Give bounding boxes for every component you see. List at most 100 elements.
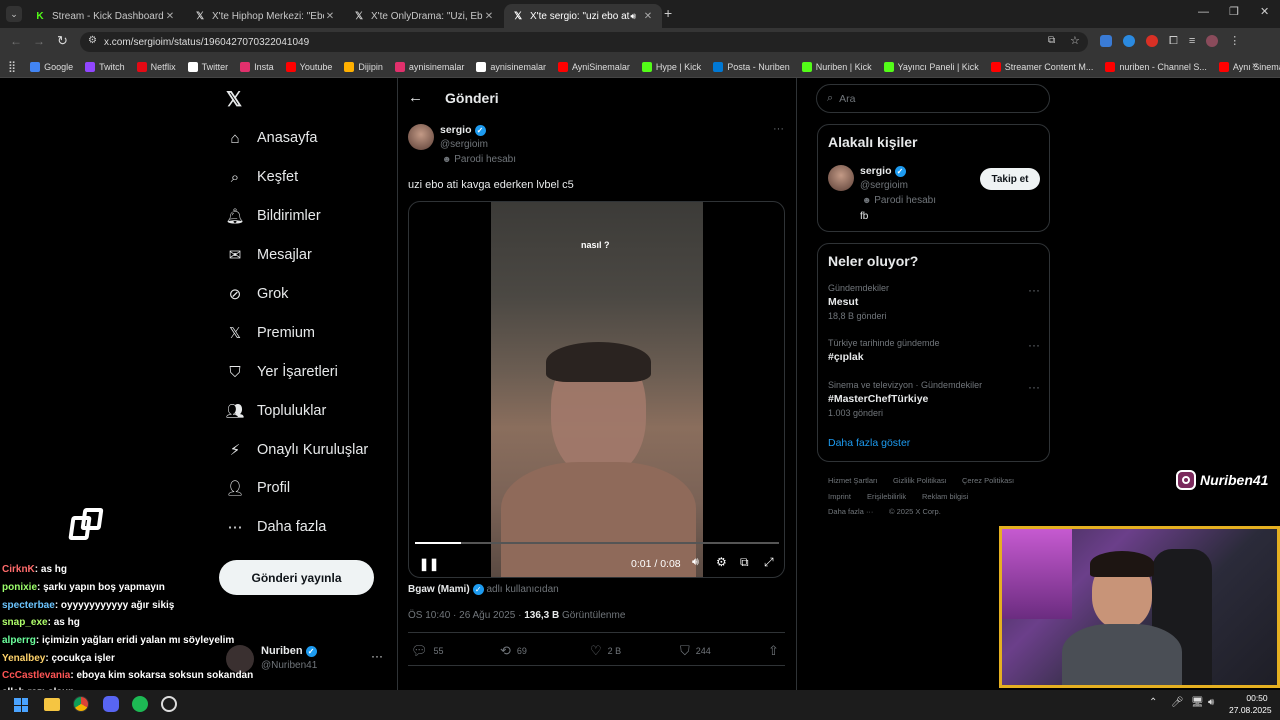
extension-record-icon[interactable] [1146,35,1158,47]
site-info-icon[interactable]: ⚙ [88,35,97,46]
back-arrow-icon[interactable]: ← [10,34,22,48]
repost-button[interactable]: ⟲ 69 [500,643,527,659]
chrome-icon[interactable] [73,696,89,712]
star-icon[interactable]: ☆ [1070,34,1080,47]
trend-item[interactable]: Gündemdekiler Mesut 18,8 B gönderi ··· [828,283,1040,321]
post-more-button[interactable]: ··· [773,123,784,135]
share-button[interactable]: ⇧ [768,643,785,659]
extension-shield-icon[interactable] [1100,35,1112,47]
bookmark-item[interactable]: aynisinemalar [476,61,546,72]
microphone-icon[interactable]: 🎤︎ [1171,697,1184,708]
close-icon[interactable]: ✕ [483,11,495,22]
discord-icon[interactable] [103,696,119,712]
url-bar[interactable]: ⚙ x.com/sergioim/status/1960427070322041… [80,32,1088,52]
tab-hiphop-merkezi[interactable]: 𝕏 X'te Hiphop Merkezi: "Ebo'nun ✕ [186,4,344,28]
cast-icon[interactable]: ⧉ [1048,35,1055,46]
nav-item-yer-i-şaretleri[interactable]: ⛉ Yer İşaretleri [226,363,338,381]
related-name[interactable]: sergio [860,165,892,177]
new-tab-button[interactable]: + [664,5,672,21]
close-icon[interactable]: ✕ [164,11,176,22]
bookmark-item[interactable]: Twitch [85,61,125,72]
bookmark-item[interactable]: Dijipin [344,61,383,72]
minimize-button[interactable]: — [1198,6,1209,18]
extension-vpn-icon[interactable] [1123,35,1135,47]
account-more-icon[interactable]: ··· [371,649,383,663]
bookmark-item[interactable]: Yayıncı Paneli | Kick [883,61,979,72]
nav-item-topluluklar[interactable]: 👥︎ Topluluklar [225,402,326,420]
back-button[interactable]: ← [408,89,423,106]
tray-chevron-icon[interactable]: ⌃ [1149,697,1157,708]
bookmark-item[interactable]: Hype | Kick [641,61,701,72]
nav-item-onaylı-kuruluşlar[interactable]: ⚡︎ Onaylı Kuruluşlar [226,441,369,459]
bookmark-button[interactable]: ⛉ 244 [680,643,711,659]
like-button[interactable]: ♡ 2 B [590,643,621,659]
trend-item[interactable]: Sinema ve televizyon · Gündemdekiler #Mas… [828,380,1040,418]
profile-avatar-icon[interactable] [1206,35,1219,47]
trend-item[interactable]: Türkiye tarihinde gündemde #çıplak ··· [828,338,1040,366]
nav-item-keşfet[interactable]: ⌕ Keşfet [226,168,298,186]
spotify-icon[interactable] [132,696,148,712]
restore-button[interactable]: ❐ [1229,5,1239,18]
video-player[interactable]: nasıl ? ❚❚ 0:01 / 0:08 🔊︎ ⚙ ⧉ ⤢ [408,201,785,578]
clock-time[interactable]: 00:50 [1237,693,1277,703]
footer-link[interactable]: Reklam bilgisi [922,492,968,501]
bookmark-item[interactable]: AyniSinemalar [557,61,630,72]
close-icon[interactable]: ✕ [642,11,654,22]
post-handle[interactable]: @sergioim [440,139,488,150]
file-explorer-icon[interactable] [44,698,60,711]
volume-tray-icon[interactable]: 🔊︎ [1208,697,1214,708]
nav-item-premium[interactable]: 𝕏 Premium [226,324,315,342]
bookmark-item[interactable]: Netflix [136,61,176,72]
pip-icon[interactable]: ⧉ [740,555,749,570]
trend-more-icon[interactable]: ··· [1028,380,1040,394]
nav-item-grok[interactable]: ⊘ Grok [226,285,289,303]
extensions-puzzle-icon[interactable]: ⧠ [1169,35,1178,47]
bookmark-item[interactable]: Aynı Sinemalar - Ça... [1218,61,1280,72]
reply-button[interactable]: 💬︎ 55 [411,643,444,659]
apps-grid-icon[interactable]: ⣿ [8,60,16,73]
show-more-link[interactable]: Daha fazla göster [828,437,910,449]
post-author[interactable]: sergio [440,124,472,136]
close-icon[interactable]: ✕ [324,11,336,22]
reload-icon[interactable]: ↻ [57,33,68,49]
x-logo-icon[interactable]: 𝕏 [226,87,242,112]
video-progress-track[interactable] [415,542,779,544]
network-icon[interactable]: 🖥︎ [1191,697,1204,708]
follow-button[interactable]: Takip et [980,168,1040,190]
fullscreen-icon[interactable]: ⤢ [764,555,774,570]
bookmark-item[interactable]: Youtube [285,61,332,72]
tab-onlydrama[interactable]: 𝕏 X'te OnlyDrama: "Uzi, Ebo'ya c ✕ [345,4,503,28]
windows-start-icon[interactable] [14,698,28,712]
footer-link[interactable]: Daha fazla ··· [828,507,873,516]
related-avatar[interactable] [828,165,854,191]
nav-item-mesajlar[interactable]: ✉ Mesajlar [226,246,312,264]
forward-arrow-icon[interactable]: → [33,34,45,48]
clock-date[interactable]: 27.08.2025 [1229,705,1272,715]
bookmark-item[interactable]: aynisinemalar [394,61,464,72]
volume-icon[interactable]: 🔊︎ [692,556,699,569]
trend-more-icon[interactable]: ··· [1028,283,1040,297]
menu-kebab-icon[interactable]: ⋮ [1229,35,1240,47]
obs-icon[interactable] [161,696,177,712]
reading-list-icon[interactable]: ≡ [1189,35,1195,47]
nav-item-anasayfa[interactable]: ⌂ Anasayfa [226,129,317,147]
tab-kick-dashboard[interactable]: K Stream - Kick Dashboard ✕ [26,4,184,28]
post-avatar[interactable] [408,124,434,150]
window-close-button[interactable]: ✕ [1260,5,1269,18]
footer-link[interactable]: Çerez Politikası [962,476,1014,485]
footer-link[interactable]: © 2025 X Corp. [889,507,941,516]
bookmark-item[interactable]: Insta [240,61,274,72]
bookmark-item[interactable]: Streamer Content M... [990,61,1093,72]
nav-item-bildirimler[interactable]: 🔔︎ Bildirimler [225,207,320,225]
bookmark-item[interactable]: Posta - Nuriben [713,61,790,72]
bookmark-item[interactable]: Twitter [187,61,228,72]
post-timestamp[interactable]: ÖS 10:40 · 26 Ağu 2025 · [408,610,524,621]
post-button[interactable]: Gönderi yayınla [219,560,374,595]
nav-item-daha-fazla[interactable]: ⋯ Daha fazla [226,518,327,536]
bookmark-item[interactable]: Google [30,61,73,72]
trend-more-icon[interactable]: ··· [1028,338,1040,352]
settings-gear-icon[interactable]: ⚙ [716,555,727,569]
pause-icon[interactable]: ❚❚ [419,557,439,571]
footer-link[interactable]: Erişilebilirlik [867,492,906,501]
tab-sergio[interactable]: 𝕏 X'te sergio: "uzi ebo ati kav 🔊︎ ✕ [504,4,662,28]
